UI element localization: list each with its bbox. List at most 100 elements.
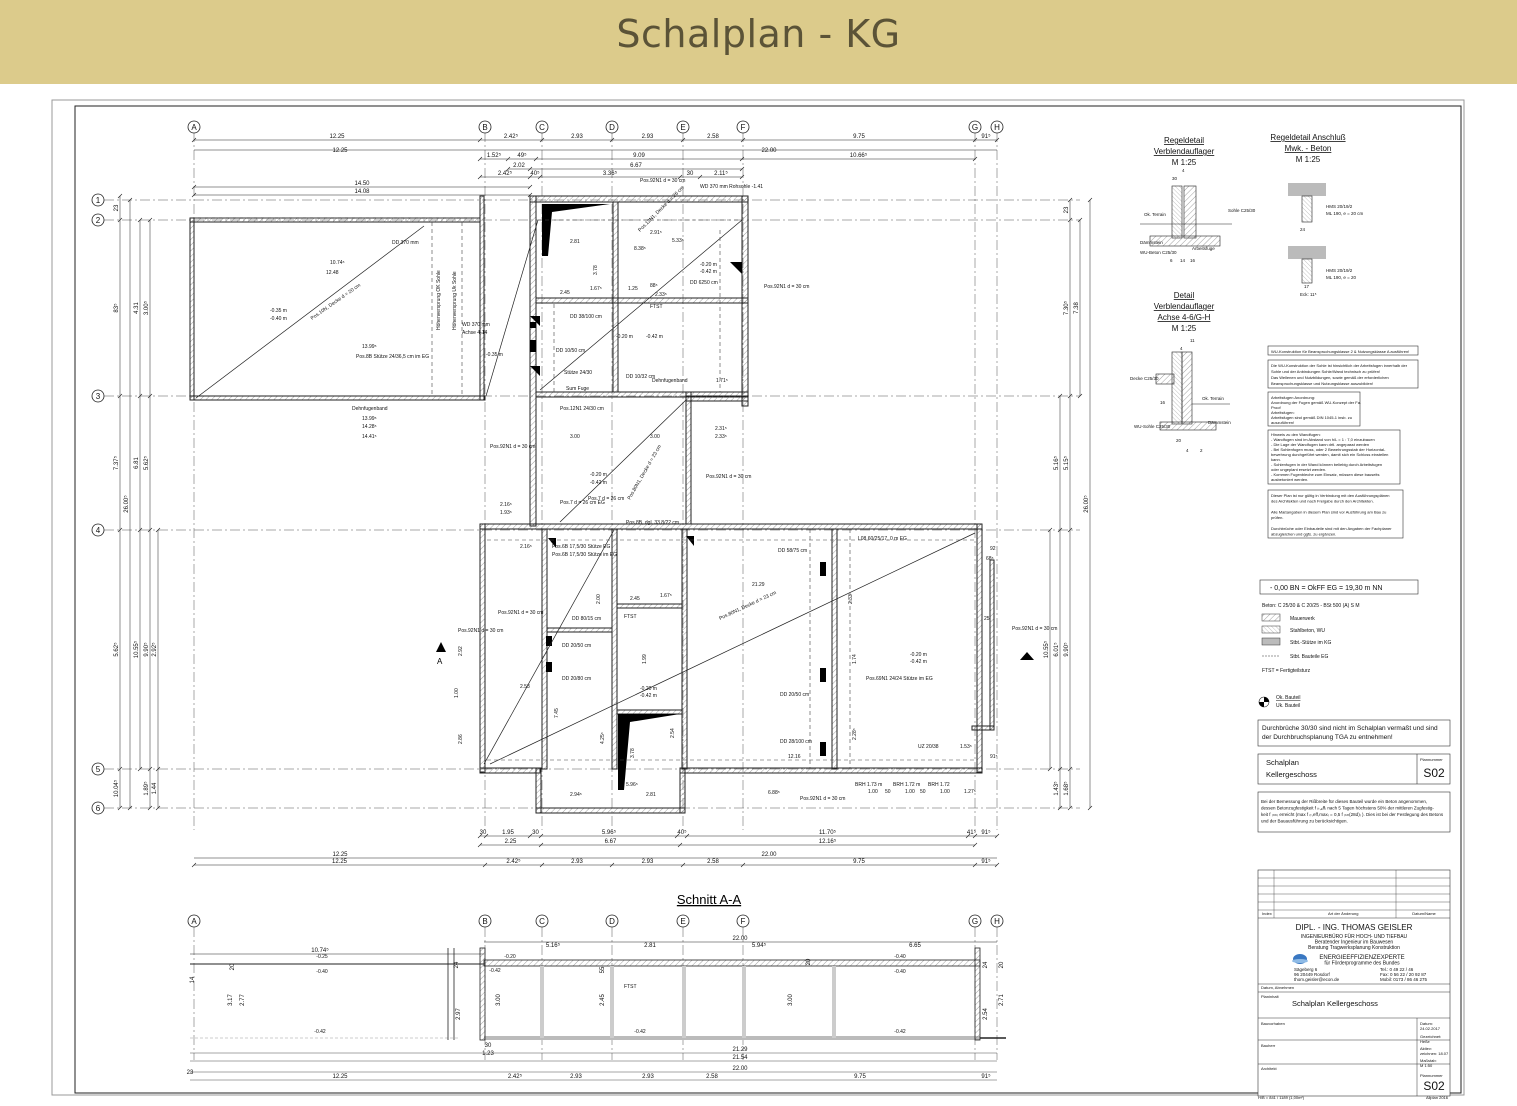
note2-line-1: Anordnung der Fugen gemäß WU-Konzept der… — [1271, 400, 1361, 405]
dim-right-c-label: 6.01⁵ — [1053, 642, 1060, 657]
tb-eee-1: für Förderprogramme des Bundes — [1324, 961, 1400, 967]
detail1-wall2 — [1183, 185, 1197, 239]
axis-label-2: 2 — [96, 216, 101, 225]
dim-bottom-axes-label: 2.93 — [642, 859, 654, 865]
plan-label-top-9: -0.42 m — [700, 269, 717, 275]
note3-line-4: bewehrung durchgeführt werden, damit sic… — [1271, 452, 1388, 457]
dim-left-c-label: 5.62⁵ — [143, 455, 150, 470]
plan-label-top-8: -0.20 m — [700, 262, 717, 268]
section-dim-bottom-6: 2.42⁵ — [508, 1073, 523, 1080]
plan-label-left-0: DD 370 mm — [392, 240, 419, 246]
note4-line-3: Alle Maßangaben in diesem Plan sind vor … — [1271, 510, 1386, 515]
dim-top-r5-label: 2.11⁵ — [714, 170, 728, 177]
tb-planinhalt: Schalplan Kellergeschoss — [1292, 999, 1378, 1008]
plan-label-left-5: 12.48 — [326, 270, 339, 276]
section-dim-vert-14: 20 — [999, 961, 1005, 968]
plan-label-bottom-53: 68⁵ — [986, 556, 994, 562]
plan-label-bottom-22: 5.96⁵ — [626, 782, 638, 788]
plan-label-bottom-19: DD 28/100 cm — [780, 739, 812, 745]
dim-top-r5-label: 2.42⁵ — [498, 170, 513, 177]
section-dim-bottom-3: 30 — [485, 1043, 492, 1049]
tb-footer-left: H/B = 841 / 1189 (1,00m²) — [1258, 1095, 1305, 1100]
axis-label-A: A — [191, 123, 197, 132]
plan-label-bottom-41: 2.28⁵ — [852, 728, 858, 740]
plan-label-left-2: -0.40 m — [270, 316, 287, 322]
dim-top-r6b-label: 14.08 — [354, 189, 370, 195]
detail3-wall2 — [1181, 351, 1193, 425]
section-dim-vert-5: 3.00 — [788, 994, 794, 1006]
section-dim-vert-0: 3.17 — [228, 994, 234, 1006]
detail3-label-7: 4 — [1180, 346, 1183, 351]
detail3-slab — [1155, 373, 1175, 385]
axis-label-F: F — [741, 123, 746, 132]
section-level-8: -0.42 — [894, 1029, 906, 1035]
plan-label-bottom-14: -0.20 m — [910, 652, 927, 658]
section-dim-vert-2: 2.97 — [456, 1008, 462, 1020]
axis-label-6: 6 — [96, 804, 101, 813]
section-axis-label-E: E — [680, 917, 685, 926]
dim-left-c-label: 9.90⁵ — [143, 642, 150, 657]
dim-right-total-label: 26.00⁵ — [1083, 495, 1090, 513]
detail1-label-8: 14 — [1180, 258, 1186, 263]
plan-label-top-20: -0.20 m — [616, 334, 633, 340]
legend-item-2: Stbt.-Stütze im KG — [1290, 640, 1332, 646]
plan-label-top-15: 88⁵ — [650, 283, 658, 289]
plan-label-top-13: 1.67⁵ — [590, 286, 602, 292]
section-level-1: -0.40 — [316, 969, 328, 975]
tb-meta-1: 24.02.2017 — [1420, 1026, 1441, 1031]
dim-right-d-label: 10.55⁵ — [1043, 640, 1050, 658]
dim-left-c-label: 1.89⁵ — [143, 781, 150, 796]
section-level-5: -0.42 — [634, 1029, 646, 1035]
banner-title: Schalplan - KG — [616, 12, 901, 56]
plan-label-left-11: -0.35 m — [486, 352, 503, 358]
detail1-label-6: 30 — [1172, 176, 1178, 181]
plan-label-bottom-24: 6.88⁵ — [768, 790, 780, 796]
plan-label-top-33: -0.20 m — [590, 472, 607, 478]
plan-label-bottom-21: 2.94⁵ — [570, 792, 582, 798]
plan-label-top-34: -0.42 m — [590, 480, 607, 486]
axis-label-B: B — [482, 123, 487, 132]
plan-label-bottom-40: 1.99 — [642, 654, 648, 664]
dim-top-axes-label: 2.58 — [707, 134, 719, 140]
dim-left-b-label: 10.55⁵ — [133, 640, 140, 658]
dim-left-d-label: 2.92⁵ — [151, 642, 158, 657]
section-dim-bottom-11: 91⁵ — [981, 1073, 991, 1080]
section-axis-label-B: B — [482, 917, 487, 926]
legend-ftst: FTST = Fertigteilsturz — [1262, 668, 1311, 674]
dim-top-total-left: 12.25 — [332, 148, 348, 154]
dim-right-c-label: 5.16⁵ — [1053, 455, 1060, 470]
dim-bottom-axes-label: 9.75 — [853, 859, 865, 865]
plan-label-bottom-8: DD 20/80 cm — [562, 676, 591, 682]
plan-label-bottom-11: 1.67⁵ — [660, 593, 672, 599]
dim-top-r3-label: 10.66⁵ — [850, 152, 868, 159]
plan-label-bottom-49: Pos.92N1 d = 30 cm — [458, 628, 503, 634]
dim-top-axes-label: 9.75 — [853, 134, 865, 140]
section-axis-label-C: C — [539, 917, 545, 926]
section-a-a: Schnitt A-A 10.74⁵ 5.16⁵ 2.81 5.94⁵ 6.65 22.0… — [187, 892, 1006, 1081]
tb-field-label-4: Architekt — [1261, 1066, 1277, 1071]
plan-label-top-21: -0.42 m — [646, 334, 663, 340]
plan-label-bottom-37: 2.00 — [596, 594, 602, 604]
plan-label-top-30: 3.00 — [570, 434, 580, 440]
note2-line-5: auszuführen! — [1271, 420, 1294, 425]
tb-field-label-3: Bauherr — [1261, 1043, 1276, 1048]
plan-label-left-15: 14.28⁵ — [362, 424, 377, 430]
dim-top-r6a-label: 14.50 — [354, 181, 370, 187]
regeldetail2-title-2: M 1:25 — [1296, 155, 1321, 164]
detail1-label-5: 4 — [1182, 168, 1185, 173]
section-dim-top-2: 2.81 — [644, 943, 656, 949]
section-dim-vert-10: 24 — [454, 961, 460, 968]
axis-label-G: G — [972, 123, 978, 132]
detail2-label-5: 17 — [1304, 284, 1310, 289]
dim-bottom-r1-label: 41⁵ — [967, 829, 977, 836]
dim-top-r5-label: 40⁵ — [530, 170, 540, 177]
plan-label-bottom-32: 50 — [920, 789, 926, 795]
plan-label-bottom-48: 2.92 — [458, 646, 464, 656]
section-dim-vert-7: 2.71 — [999, 994, 1005, 1006]
section-level-3: -0.20 — [504, 954, 516, 960]
plan-label-top-22: DD 10/50 cm — [556, 348, 585, 354]
legend-marker-bottom: Uk. Bauteil — [1276, 703, 1300, 709]
dim-top-axes-label: 2.42⁵ — [504, 133, 519, 140]
plan-label-bottom-5: 21.29 — [752, 582, 765, 588]
detail1-wall — [1171, 185, 1183, 239]
